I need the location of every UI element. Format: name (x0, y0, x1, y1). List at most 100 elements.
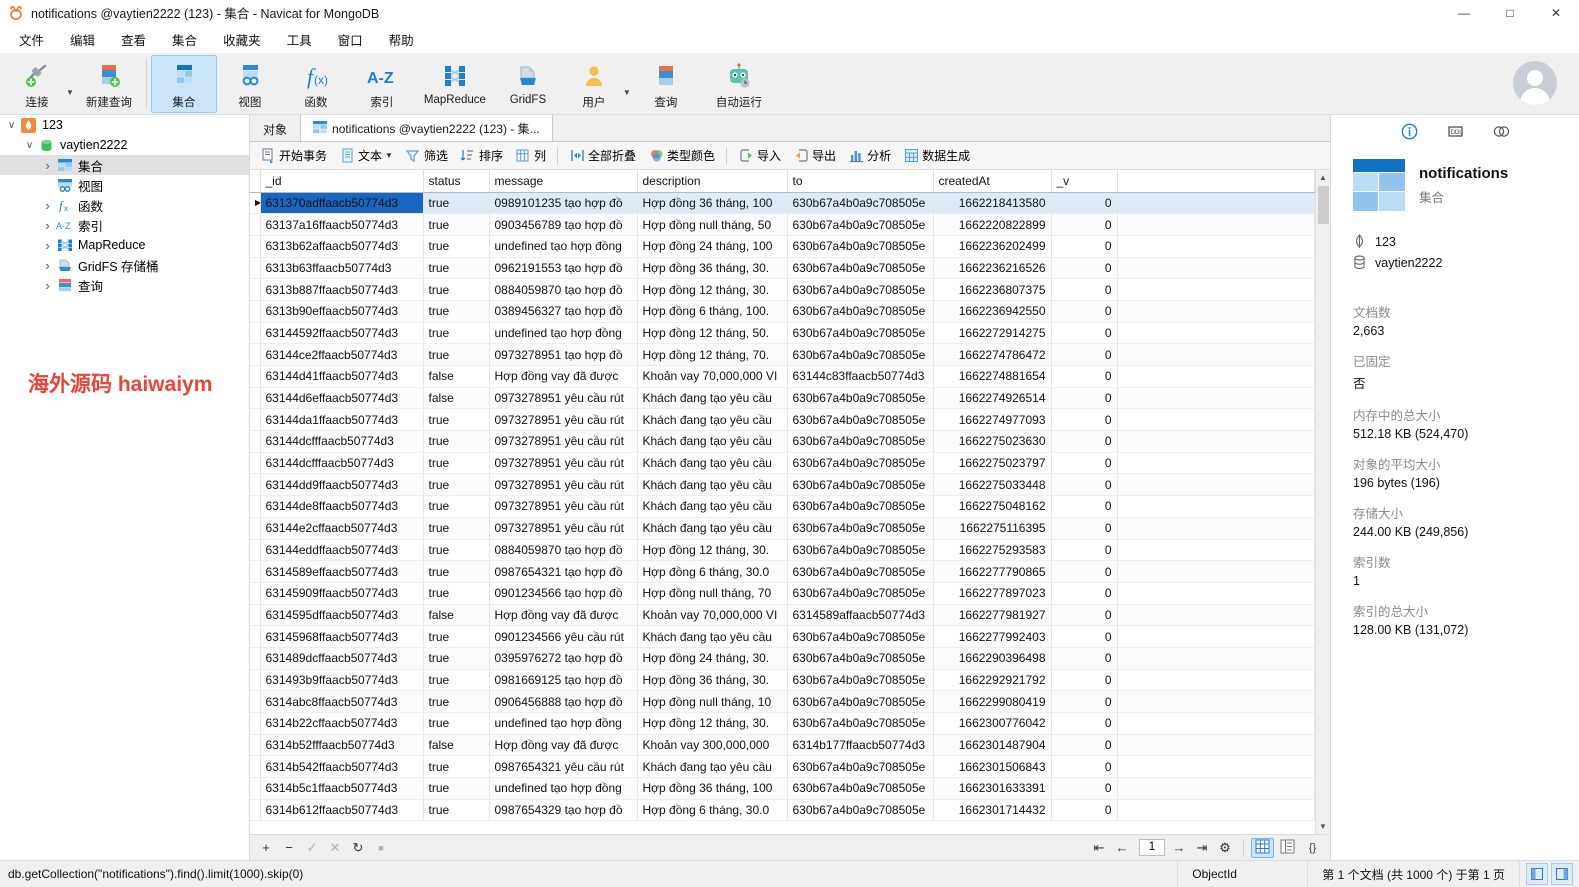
columns-button[interactable]: 列 (509, 145, 552, 167)
column-header-v[interactable]: _v (1051, 170, 1117, 192)
cell-id[interactable]: 6314589effaacb50774d3 (260, 561, 423, 583)
prev-page-button[interactable]: ← (1112, 838, 1132, 858)
cell-id[interactable]: 63144dcfffaacb50774d3 (260, 431, 423, 453)
cell-message[interactable]: 0901234566 tạo hợp đồ (489, 582, 637, 604)
table-row[interactable]: 63145968ffaacb50774d3true0901234566 yêu … (250, 626, 1315, 648)
toggle-right-panel-button[interactable] (1551, 863, 1573, 885)
grid-view-button[interactable] (1251, 838, 1274, 858)
cell-to[interactable]: 630b67a4b0a9c708505e (787, 431, 933, 453)
cell-description[interactable]: Hợp đồng 24 tháng, 30. (637, 647, 787, 669)
sidebar-item-mapreduce[interactable]: MapReduce (0, 235, 249, 255)
cell-description[interactable]: Khách đang tạo yêu cầu (637, 409, 787, 431)
cell-createdat[interactable]: 1662277981927 (933, 604, 1051, 626)
cell-description[interactable]: Hợp đồng 12 tháng, 70. (637, 344, 787, 366)
row-marker-current[interactable]: ▶ (250, 192, 260, 214)
cell-status[interactable]: true (423, 756, 489, 778)
cell-status[interactable]: false (423, 734, 489, 756)
data-generation-button[interactable]: 数据生成 (897, 145, 976, 167)
row-marker[interactable] (250, 257, 260, 279)
table-row[interactable]: 63144dcfffaacb50774d3true0973278951 yêu … (250, 431, 1315, 453)
cell-createdat[interactable]: 1662236216526 (933, 257, 1051, 279)
cell-status[interactable]: true (423, 669, 489, 691)
cell-id[interactable]: 63144e2cffaacb50774d3 (260, 517, 423, 539)
cell-to[interactable]: 630b67a4b0a9c708505e (787, 778, 933, 800)
cell-id[interactable]: 63144eddffaacb50774d3 (260, 539, 423, 561)
toolbar-collection-button[interactable]: 集合 (151, 55, 217, 113)
cell-to[interactable]: 6314589affaacb50774d3 (787, 604, 933, 626)
cell-v[interactable]: 0 (1051, 474, 1117, 496)
cell-description[interactable]: Hợp đồng 36 tháng, 100 (637, 778, 787, 800)
cell-createdat[interactable]: 1662292921792 (933, 669, 1051, 691)
scroll-down-arrow-icon[interactable]: ▼ (1316, 819, 1331, 834)
cell-status[interactable]: true (423, 799, 489, 821)
user-dropdown-caret-icon[interactable]: ▼ (623, 88, 631, 97)
cell-v[interactable]: 0 (1051, 257, 1117, 279)
cell-description[interactable]: Hợp đồng 36 tháng, 30. (637, 669, 787, 691)
menu-favorites[interactable]: 收藏夹 (210, 26, 274, 53)
cell-status[interactable]: true (423, 517, 489, 539)
row-marker[interactable] (250, 387, 260, 409)
cell-description[interactable]: Hợp đồng 12 tháng, 30. (637, 539, 787, 561)
cell-id[interactable]: 6313b63ffaacb50774d3 (260, 257, 423, 279)
cell-message[interactable]: 0973278951 yêu cầu rút (489, 409, 637, 431)
cell-status[interactable]: true (423, 713, 489, 735)
cell-message[interactable]: 0389456327 tạo hợp đồ (489, 300, 637, 322)
cell-createdat[interactable]: 1662272914275 (933, 322, 1051, 344)
scrollbar-thumb[interactable] (1318, 186, 1329, 224)
cell-v[interactable]: 0 (1051, 604, 1117, 626)
cell-id[interactable]: 6314595dffaacb50774d3 (260, 604, 423, 626)
cell-status[interactable]: true (423, 626, 489, 648)
row-marker[interactable] (250, 366, 260, 388)
table-row[interactable]: 63144dcfffaacb50774d3true0973278951 yêu … (250, 452, 1315, 474)
cell-createdat[interactable]: 1662275023797 (933, 452, 1051, 474)
table-row[interactable]: 63144d41ffaacb50774d3falseHợp đồng vay đ… (250, 366, 1315, 388)
menu-file[interactable]: 文件 (6, 26, 57, 53)
connection-dropdown-caret-icon[interactable]: ▼ (66, 88, 74, 97)
cell-v[interactable]: 0 (1051, 561, 1117, 583)
cell-createdat[interactable]: 1662290396498 (933, 647, 1051, 669)
cell-id[interactable]: 63137a16ffaacb50774d3 (260, 214, 423, 236)
cell-createdat[interactable]: 1662277790865 (933, 561, 1051, 583)
cell-status[interactable]: true (423, 431, 489, 453)
menu-edit[interactable]: 编辑 (57, 26, 108, 53)
tab-notifications[interactable]: notifications @vaytien2222 (123) - 集... (300, 114, 553, 141)
export-button[interactable]: 导出 (787, 145, 842, 167)
cell-id[interactable]: 63144de8ffaacb50774d3 (260, 496, 423, 518)
cell-to[interactable]: 630b67a4b0a9c708505e (787, 474, 933, 496)
cell-status[interactable]: true (423, 452, 489, 474)
row-marker[interactable] (250, 409, 260, 431)
cell-v[interactable]: 0 (1051, 431, 1117, 453)
cell-id[interactable]: 63144dd9ffaacb50774d3 (260, 474, 423, 496)
cell-description[interactable]: Hợp đồng null tháng, 70 (637, 582, 787, 604)
cell-message[interactable]: 0962191553 tạo hợp đồ (489, 257, 637, 279)
menu-view[interactable]: 查看 (108, 26, 159, 53)
cell-message[interactable]: 0395976272 tạo hợp đồ (489, 647, 637, 669)
cell-to[interactable]: 630b67a4b0a9c708505e (787, 539, 933, 561)
cell-message[interactable]: Hợp đồng vay đã được (489, 734, 637, 756)
chevron-right-icon[interactable] (40, 218, 55, 233)
cell-v[interactable]: 0 (1051, 344, 1117, 366)
row-marker[interactable] (250, 561, 260, 583)
column-header-id[interactable]: _id (260, 170, 423, 192)
begin-transaction-button[interactable]: 开始事务 (254, 145, 333, 167)
cell-message[interactable]: 0973278951 yêu cầu rút (489, 496, 637, 518)
table-row[interactable]: 63144da1ffaacb50774d3true0973278951 yêu … (250, 409, 1315, 431)
column-header-to[interactable]: to (787, 170, 933, 192)
cell-status[interactable]: false (423, 387, 489, 409)
cell-status[interactable]: true (423, 300, 489, 322)
cell-createdat[interactable]: 1662275048162 (933, 496, 1051, 518)
table-row[interactable]: 63145909ffaacb50774d3true0901234566 tạo … (250, 582, 1315, 604)
sort-button[interactable]: 排序 (454, 145, 509, 167)
cell-description[interactable]: Hợp đồng 12 tháng, 30. (637, 713, 787, 735)
cell-message[interactable]: Hợp đồng vay đã được (489, 604, 637, 626)
table-row[interactable]: 63144eddffaacb50774d3true0884059870 tạo … (250, 539, 1315, 561)
chevron-right-icon[interactable] (40, 158, 55, 173)
toolbar-connection-button[interactable]: 连接 (4, 55, 70, 113)
cell-message[interactable]: 0987654329 tạo hợp đồ (489, 799, 637, 821)
cell-to[interactable]: 630b67a4b0a9c708505e (787, 235, 933, 257)
chevron-right-icon[interactable] (40, 278, 55, 293)
cell-createdat[interactable]: 1662274786472 (933, 344, 1051, 366)
sidebar-item-views[interactable]: 视图 (0, 175, 249, 195)
cell-to[interactable]: 630b67a4b0a9c708505e (787, 582, 933, 604)
toolbar-query-button[interactable]: 查询 (633, 55, 699, 113)
